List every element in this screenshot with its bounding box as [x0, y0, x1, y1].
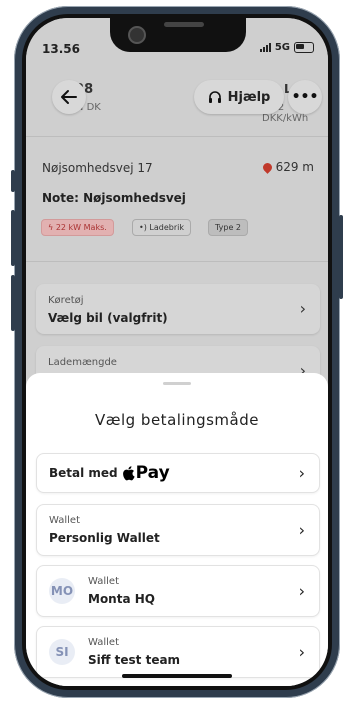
speaker-grill: [164, 22, 204, 27]
wallet-small-label: Wallet: [88, 637, 120, 648]
plug-icon: •): [139, 223, 150, 232]
side-button: [11, 170, 15, 192]
vehicle-small-label: Køretøj: [48, 295, 84, 306]
chevron-right-icon: ›: [298, 642, 305, 662]
lightning-icon: ϟ: [48, 223, 56, 232]
headset-icon: [208, 91, 221, 103]
ellipsis-icon: •••: [291, 89, 319, 105]
help-button[interactable]: Hjælp: [194, 80, 284, 114]
apple-pay-mark: Pay: [122, 463, 170, 483]
side-button: [11, 210, 15, 266]
wallet-option-monta-hq[interactable]: MO Wallet Monta HQ ›: [36, 565, 320, 617]
station-distance: 629 m: [260, 160, 314, 174]
station-note: Note: Nøjsomhedsvej: [42, 191, 186, 205]
wallet-option-personal[interactable]: Wallet Personlig Wallet ›: [36, 504, 320, 556]
side-button: [339, 215, 343, 299]
help-label: Hjælp: [227, 89, 271, 105]
signal-icon: [259, 43, 271, 52]
chevron-right-icon: ›: [299, 299, 306, 318]
chevron-right-icon: ›: [298, 463, 305, 483]
network-label: 5G: [274, 42, 290, 53]
tag-cable-label: Ladebrik: [149, 223, 184, 232]
charge-small-label: Lademængde: [48, 357, 117, 368]
apple-logo-icon: [122, 466, 135, 481]
payment-sheet: Vælg betalingsmåde Betal med Pay › Walle…: [26, 373, 328, 686]
notch: [110, 18, 246, 52]
wallet-name: Personlig Wallet: [49, 531, 160, 545]
status-time: 13.56: [42, 42, 80, 56]
chevron-right-icon: ›: [298, 520, 305, 540]
sheet-title: Vælg betalingsmåde: [94, 411, 259, 429]
home-indicator[interactable]: [122, 674, 232, 678]
battery-icon: [294, 42, 314, 53]
wallet-option-siff[interactable]: SI Wallet Siff test team ›: [36, 626, 320, 678]
phone-screen: 13.56 5G 528 LSN DK Le 0,92 DKK/kWh: [26, 18, 328, 686]
tag-power: ϟ 22 kW Maks.: [41, 219, 114, 236]
apple-pay-label: Betal med Pay: [49, 463, 170, 483]
apple-pay-option[interactable]: Betal med Pay ›: [36, 453, 320, 493]
status-indicators: 5G: [259, 42, 314, 53]
divider: [26, 261, 328, 262]
divider: [26, 136, 328, 137]
avatar: SI: [49, 639, 75, 665]
vehicle-big-label: Vælg bil (valgfrit): [48, 311, 168, 325]
wallet-name: Siff test team: [88, 653, 181, 667]
tag-type-label: Type 2: [215, 223, 242, 232]
phone-bezel: 13.56 5G 528 LSN DK Le 0,92 DKK/kWh: [22, 14, 332, 690]
distance-label: 629 m: [275, 160, 314, 174]
chevron-right-icon: ›: [298, 581, 305, 601]
more-button[interactable]: •••: [288, 80, 322, 114]
wallet-small-label: Wallet: [49, 515, 81, 526]
camera-icon: [128, 26, 146, 44]
back-button[interactable]: [52, 80, 86, 114]
station-address: Nøjsomhedsvej 17: [42, 161, 153, 175]
location-pin-icon: [260, 160, 274, 174]
vehicle-card[interactable]: Køretøj Vælg bil (valgfrit) ›: [36, 284, 320, 334]
tag-power-label: 22 kW Maks.: [55, 223, 107, 232]
apple-pay-word: Pay: [135, 463, 170, 483]
tag-type: Type 2: [208, 219, 249, 236]
status-bar: 13.56 5G: [26, 18, 328, 58]
tag-cable: •) Ladebrik: [132, 219, 191, 236]
sheet-grabber[interactable]: [163, 382, 191, 385]
wallet-small-label: Wallet: [88, 576, 120, 587]
arrow-left-icon: [61, 90, 77, 104]
side-button: [11, 275, 15, 331]
apple-pay-prefix: Betal med: [49, 466, 118, 480]
phone-frame: 13.56 5G 528 LSN DK Le 0,92 DKK/kWh: [14, 6, 340, 698]
wallet-name: Monta HQ: [88, 592, 155, 606]
avatar: MO: [49, 578, 75, 604]
